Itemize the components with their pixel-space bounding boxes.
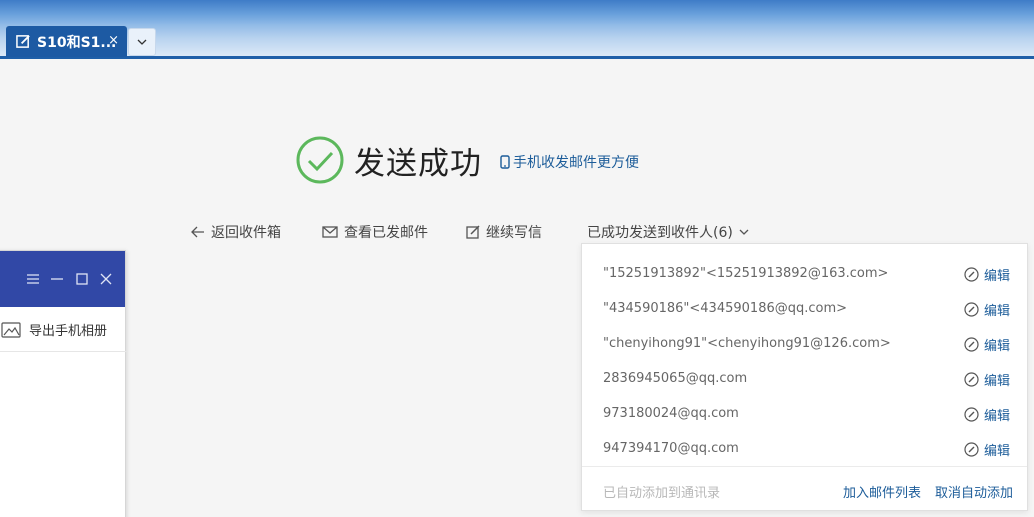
continue-writing-link[interactable]: 继续写信 (466, 222, 542, 242)
pencil-icon (964, 302, 979, 317)
recipients-dropdown-toggle[interactable]: 已成功发送到收件人(6) (587, 222, 749, 242)
tab-bar: S10和S1... × (0, 24, 1034, 59)
recipient-row: "chenyihong91"<chenyihong91@126.com> 编辑 (582, 326, 1029, 361)
tab-title: S10和S1... (37, 34, 117, 51)
recipient-address: "434590186"<434590186@qq.com> (603, 301, 848, 316)
recipient-address: 973180024@qq.com (603, 406, 739, 421)
pencil-icon (964, 442, 979, 457)
recipient-address: "chenyihong91"<chenyihong91@126.com> (603, 336, 891, 351)
edit-recipient-button[interactable]: 编辑 (964, 265, 1010, 284)
chevron-down-icon (739, 229, 749, 235)
edit-recipient-button[interactable]: 编辑 (964, 405, 1010, 424)
send-success-banner: 发送成功 手机收发邮件更方便 (296, 135, 639, 185)
add-to-mail-list-link[interactable]: 加入邮件列表 (843, 482, 921, 501)
arrow-left-icon (191, 226, 204, 238)
recipient-address: 2836945065@qq.com (603, 371, 748, 386)
mobile-phone-icon (500, 155, 510, 169)
pencil-icon (964, 372, 979, 387)
floating-window-header (0, 251, 125, 307)
recipient-row: 973180024@qq.com 编辑 (582, 396, 1029, 431)
tab-compose[interactable]: S10和S1... × (6, 26, 127, 57)
recipient-row: 947394170@qq.com 编辑 (582, 431, 1029, 466)
tab-list-button[interactable] (128, 28, 156, 56)
pencil-icon (964, 407, 979, 422)
action-bar: 返回收件箱 查看已发邮件 继续写信 已成功发送到收件人(6) (0, 222, 1034, 242)
recipients-dropdown: "15251913892"<15251913892@163.com> 编辑 "4… (581, 243, 1028, 511)
dropdown-footer: 已自动添加到通讯录 加入邮件列表 取消自动添加 (582, 466, 1027, 511)
recipient-row: 2836945065@qq.com 编辑 (582, 361, 1029, 396)
edit-icon (16, 35, 30, 48)
top-banner (0, 0, 1034, 24)
chevron-down-icon (137, 39, 147, 45)
recipient-row: "434590186"<434590186@qq.com> 编辑 (582, 291, 1029, 326)
view-sent-link[interactable]: 查看已发邮件 (322, 222, 428, 242)
envelope-icon (322, 226, 338, 238)
success-title: 发送成功 (354, 145, 482, 182)
edit-recipient-button[interactable]: 编辑 (964, 370, 1010, 389)
minimize-icon[interactable] (48, 270, 66, 288)
recipient-address: "15251913892"<15251913892@163.com> (603, 266, 889, 281)
export-phone-album-button[interactable]: 导出手机相册 (1, 320, 107, 339)
edit-recipient-button[interactable]: 编辑 (964, 440, 1010, 459)
mobile-link-label: 手机收发邮件更方便 (513, 155, 639, 171)
mobile-mail-link[interactable]: 手机收发邮件更方便 (500, 152, 639, 172)
edit-icon (466, 225, 480, 239)
back-to-inbox-link[interactable]: 返回收件箱 (191, 222, 281, 242)
close-icon[interactable] (97, 270, 115, 288)
tab-close-button[interactable]: × (108, 34, 119, 48)
maximize-icon[interactable] (73, 270, 91, 288)
edit-recipient-button[interactable]: 编辑 (964, 300, 1010, 319)
menu-icon[interactable] (24, 270, 42, 288)
edit-recipient-button[interactable]: 编辑 (964, 335, 1010, 354)
auto-added-note: 已自动添加到通讯录 (603, 486, 721, 501)
floating-window: 导出手机相册 (0, 250, 127, 517)
pencil-icon (964, 267, 979, 282)
pencil-icon (964, 337, 979, 352)
image-icon (1, 321, 21, 338)
cancel-auto-add-link[interactable]: 取消自动添加 (935, 482, 1013, 501)
divider (0, 351, 127, 352)
recipient-address: 947394170@qq.com (603, 441, 739, 456)
recipient-row: "15251913892"<15251913892@163.com> 编辑 (582, 256, 1029, 291)
success-check-icon (296, 136, 344, 184)
